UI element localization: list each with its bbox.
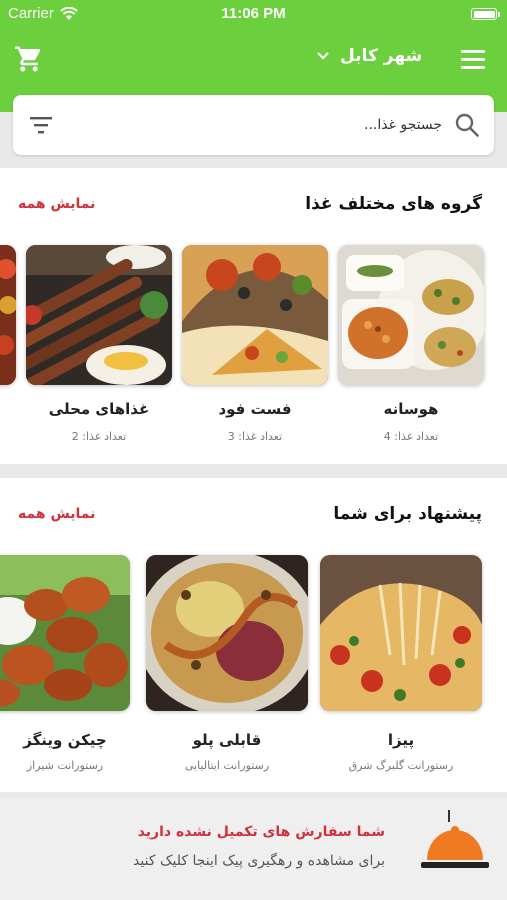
food-categories-section: گروه های مختلف غذا نمایش همه هوسانه تعدا…: [0, 168, 507, 464]
city-selector[interactable]: شهر کابل: [316, 46, 422, 66]
food-tray-icon: [421, 810, 489, 868]
cart-button[interactable]: [14, 44, 44, 74]
section-title: پیشنهاد برای شما: [333, 504, 482, 524]
battery-icon: [471, 8, 497, 20]
category-name: غذاهای محلی: [48, 400, 150, 418]
pending-order-title: شما سفارش های تکمیل نشده دارید: [137, 824, 385, 840]
hamburger-menu-icon[interactable]: [461, 50, 485, 70]
food-name: قابلی پلو: [192, 731, 262, 749]
category-image: [0, 245, 16, 385]
pending-order-subtitle: برای مشاهده و رهگیری پیک اینجا کلیک کنید: [133, 853, 385, 869]
category-count: تعداد غذا: 2: [71, 430, 127, 443]
food-image: [146, 555, 308, 711]
category-name: فست فود: [218, 400, 292, 418]
category-count: تعداد غذا: 3: [227, 430, 283, 443]
category-image: [338, 245, 484, 385]
clock: 11:06 PM: [221, 5, 286, 22]
city-label: شهر کابل: [340, 46, 423, 66]
section-title: گروه های مختلف غذا: [305, 194, 482, 214]
pending-order-banner[interactable]: شما سفارش های تکمیل نشده دارید برای مشاه…: [0, 798, 507, 900]
cart-icon: [15, 46, 41, 72]
battery-tip: [498, 12, 500, 17]
food-image: [320, 555, 482, 711]
food-name: چیکن وینگز: [23, 731, 107, 749]
category-name: هوسانه: [383, 400, 439, 418]
category-card[interactable]: غذاهای محلی تعداد غذا: 2: [26, 245, 172, 445]
search-input[interactable]: [62, 109, 442, 141]
search-icon: [455, 113, 479, 137]
category-image: [182, 245, 328, 385]
category-count: تعداد غذا: 4: [383, 430, 439, 443]
food-card[interactable]: پیزا رستورانت گلبرگ شرق: [320, 555, 482, 772]
section-header: گروه های مختلف غذا نمایش همه: [0, 168, 507, 228]
restaurant-name: رستورانت گلبرگ شرق: [348, 759, 454, 772]
category-image: [26, 245, 172, 385]
chevron-down-icon: [317, 52, 329, 60]
section-header: پیشنهاد برای شما نمایش همه: [0, 478, 507, 538]
show-all-categories-link[interactable]: نمایش همه: [18, 196, 95, 212]
restaurant-name: رستورانت شیراز: [26, 759, 104, 772]
show-all-suggestions-link[interactable]: نمایش همه: [18, 506, 95, 522]
food-name: پیزا: [387, 731, 415, 749]
food-card[interactable]: قابلی پلو رستورانت ایتالیایی: [146, 555, 308, 772]
category-card-partial[interactable]: [0, 245, 16, 385]
category-card[interactable]: فست فود تعداد غذا: 3: [182, 245, 328, 445]
filter-button[interactable]: [29, 115, 53, 135]
restaurant-name: رستورانت ایتالیایی: [184, 759, 270, 772]
category-card[interactable]: هوسانه تعداد غذا: 4: [338, 245, 484, 445]
status-bar: Carrier 11:06 PM: [0, 0, 507, 28]
food-card[interactable]: چیکن وینگز رستورانت شیراز: [0, 555, 130, 772]
search-bar: [13, 95, 494, 155]
food-image: [0, 555, 130, 711]
suggestions-section: پیشنهاد برای شما نمایش همه پیزا رستورانت…: [0, 478, 507, 792]
filter-icon: [30, 117, 52, 134]
